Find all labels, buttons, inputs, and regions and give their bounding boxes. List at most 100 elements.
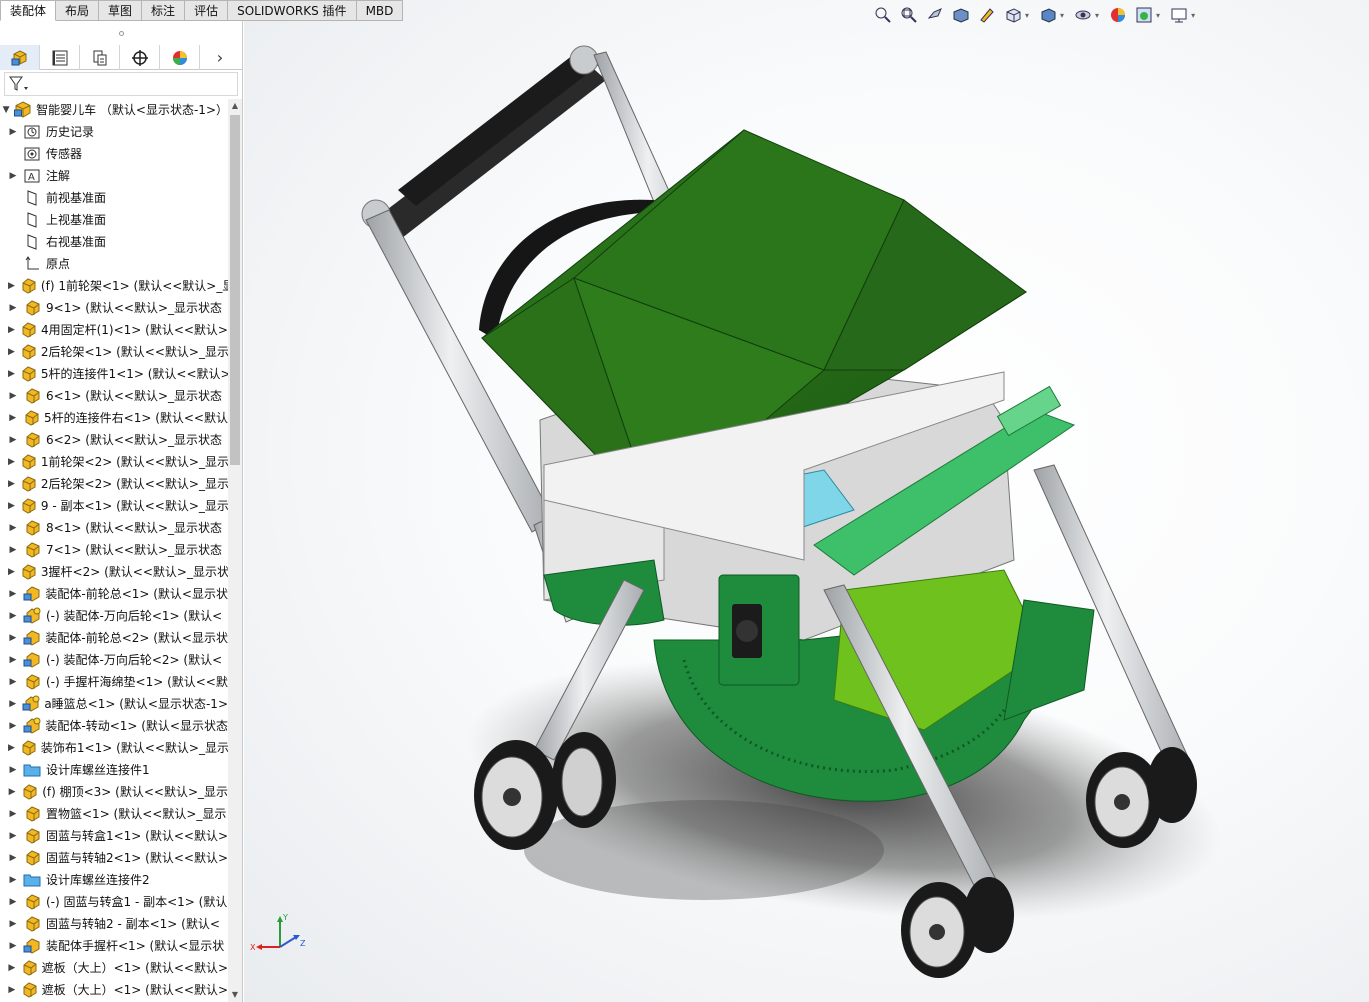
filter-icon[interactable] — [8, 75, 30, 93]
tree-item[interactable]: ▶ a睡篮总<1> (默认<显示状态-1> — [0, 693, 228, 715]
tree-item[interactable]: ▶ 6<1> (默认<<默认>_显示状态 — [0, 385, 228, 407]
tree-item[interactable]: ▶ 设计库螺丝连接件1 — [0, 759, 228, 781]
caret-right-icon[interactable]: ▶ — [8, 649, 18, 671]
tab-0[interactable]: 装配体 — [0, 0, 57, 21]
caret-right-icon[interactable]: ▶ — [8, 121, 18, 143]
caret-down-icon[interactable]: ▼ — [2, 99, 10, 121]
caret-right-icon[interactable]: ▶ — [8, 693, 17, 715]
caret-right-icon[interactable]: ▶ — [8, 451, 15, 473]
caret-right-icon[interactable]: ▶ — [8, 979, 16, 1001]
dimxpert-icon[interactable] — [120, 45, 160, 70]
tree-item[interactable]: ▶ 固蓝与转轴2 - 副本<1> (默认< — [0, 913, 228, 935]
caret-right-icon[interactable]: ▶ — [8, 913, 18, 935]
tree-item[interactable]: ▶ 9 - 副本<1> (默认<<默认>_显示 — [0, 495, 228, 517]
tree-item[interactable]: ▶ (f) 棚顶<3> (默认<<默认>_显示 — [0, 781, 228, 803]
caret-right-icon[interactable]: ▶ — [8, 957, 16, 979]
tab-6[interactable]: MBD — [356, 0, 404, 21]
caret-right-icon[interactable]: ▶ — [8, 759, 18, 781]
tree-item[interactable]: ▶右视基准面 — [0, 231, 228, 253]
caret-right-icon[interactable]: ▶ — [8, 561, 15, 583]
tree-item[interactable]: ▶ 6<2> (默认<<默认>_显示状态 — [0, 429, 228, 451]
propertymanager-icon[interactable] — [40, 45, 80, 70]
stroller-model[interactable] — [244, 0, 1369, 1002]
tree-item[interactable]: ▶ 8<1> (默认<<默认>_显示状态 — [0, 517, 228, 539]
caret-right-icon[interactable]: ▶ — [8, 407, 17, 429]
caret-right-icon[interactable]: ▶ — [8, 847, 18, 869]
tree-item[interactable]: ▶原点 — [0, 253, 228, 275]
tree-item[interactable]: ▶ (f) 1前轮架<1> (默认<<默认>_显 — [0, 275, 228, 297]
tree-item[interactable]: ▶ 历史记录 — [0, 121, 228, 143]
caret-right-icon[interactable]: ▶ — [8, 803, 18, 825]
caret-right-icon[interactable]: ▶ — [8, 385, 18, 407]
caret-right-icon[interactable]: ▶ — [8, 297, 18, 319]
tree-item[interactable]: ▶ 装配体-前轮总<1> (默认<显示状 — [0, 583, 228, 605]
tree-item[interactable]: ▶ 设计库螺丝连接件2 — [0, 869, 228, 891]
graphics-area[interactable]: ▾ ▾ ▾ ▾ ▾ X Y Z — [244, 0, 1369, 1002]
tree-item[interactable]: ▶ (-) 装配体-万向后轮<1> (默认< — [0, 605, 228, 627]
caret-right-icon[interactable]: ▶ — [8, 737, 15, 759]
tree-item[interactable]: ▶ A 注解 — [0, 165, 228, 187]
caret-right-icon[interactable]: ▶ — [8, 869, 18, 891]
caret-right-icon[interactable]: ▶ — [8, 319, 15, 341]
tree-item[interactable]: ▶ (-) 装配体-万向后轮<2> (默认< — [0, 649, 228, 671]
caret-right-icon[interactable]: ▶ — [8, 671, 18, 693]
tree-scrollbar[interactable]: ▲ ▼ — [228, 99, 242, 1002]
tree-item[interactable]: ▶ 装配体-转动<1> (默认<显示状态 — [0, 715, 228, 737]
part-icon — [19, 497, 37, 515]
tree-item[interactable]: ▶ 装饰布1<1> (默认<<默认>_显示 — [0, 737, 228, 759]
configurationmanager-icon[interactable] — [80, 45, 120, 70]
tree-item[interactable]: ▶ 装配体手握杆<1> (默认<显示状 — [0, 935, 228, 957]
tab-3[interactable]: 标注 — [142, 0, 186, 21]
tree-item[interactable]: ▶ 置物篮<1> (默认<<默认>_显示 — [0, 803, 228, 825]
tree-item[interactable]: ▶ 5杆的连接件右<1> (默认<<默认 — [0, 407, 228, 429]
tree-root[interactable]: ▼ 智能婴儿车 （默认<显示状态-1>） — [0, 99, 228, 121]
tree-item[interactable]: ▶ 2后轮架<1> (默认<<默认>_显示 — [0, 341, 228, 363]
caret-right-icon[interactable]: ▶ — [8, 935, 18, 957]
tree-item[interactable]: ▶ 固蓝与转轴2<1> (默认<<默认> — [0, 847, 228, 869]
tree-item[interactable]: ▶ 5杆的连接件1<1> (默认<<默认> — [0, 363, 228, 385]
caret-right-icon[interactable]: ▶ — [8, 341, 15, 363]
tree-item[interactable]: ▶ 4用固定杆(1)<1> (默认<<默认> — [0, 319, 228, 341]
caret-right-icon[interactable]: ▶ — [8, 583, 18, 605]
tree-item[interactable]: ▶ 2后轮架<2> (默认<<默认>_显示 — [0, 473, 228, 495]
tree-item[interactable]: ▶ 固蓝与转盒1<1> (默认<<默认> — [0, 825, 228, 847]
displaymanager-icon[interactable] — [160, 45, 200, 70]
tree-item[interactable]: ▶ 装配体-前轮总<2> (默认<显示状 — [0, 627, 228, 649]
tab-4[interactable]: 评估 — [185, 0, 229, 21]
scroll-up-icon[interactable]: ▲ — [228, 99, 242, 113]
caret-right-icon[interactable]: ▶ — [8, 165, 18, 187]
caret-right-icon[interactable]: ▶ — [8, 275, 15, 297]
caret-right-icon[interactable]: ▶ — [8, 715, 18, 737]
tree-item[interactable]: ▶ 3握杆<2> (默认<<默认>_显示状 — [0, 561, 228, 583]
caret-right-icon[interactable]: ▶ — [8, 605, 18, 627]
panel-grip[interactable] — [0, 21, 242, 45]
caret-right-icon[interactable]: ▶ — [8, 891, 18, 913]
caret-right-icon[interactable]: ▶ — [8, 363, 15, 385]
tree-item[interactable]: ▶ 遮板（大上）<1> (默认<<默认> — [0, 957, 228, 979]
tree-item[interactable]: ▶ 遮板（大上）<1> (默认<<默认> — [0, 979, 228, 1001]
tab-2[interactable]: 草图 — [99, 0, 143, 21]
caret-right-icon[interactable]: ▶ — [8, 517, 18, 539]
tab-5[interactable]: SOLIDWORKS 插件 — [228, 0, 357, 21]
tree-item[interactable]: ▶传感器 — [0, 143, 228, 165]
caret-right-icon[interactable]: ▶ — [8, 495, 15, 517]
tree-item[interactable]: ▶前视基准面 — [0, 187, 228, 209]
tree-item[interactable]: ▶上视基准面 — [0, 209, 228, 231]
caret-right-icon[interactable]: ▶ — [8, 429, 18, 451]
caret-right-icon[interactable]: ▶ — [8, 825, 18, 847]
caret-right-icon[interactable]: ▶ — [8, 473, 15, 495]
tab-1[interactable]: 布局 — [56, 0, 100, 21]
tree-item[interactable]: ▶ 9<1> (默认<<默认>_显示状态 — [0, 297, 228, 319]
tree-filter[interactable] — [4, 72, 238, 96]
tree-item[interactable]: ▶ 1前轮架<2> (默认<<默认>_显示 — [0, 451, 228, 473]
chevron-right-icon[interactable]: › — [200, 45, 240, 70]
scroll-down-icon[interactable]: ▼ — [228, 988, 242, 1002]
tree-item[interactable]: ▶ (-) 手握杆海绵垫<1> (默认<<默 — [0, 671, 228, 693]
caret-right-icon[interactable]: ▶ — [8, 539, 18, 561]
featuremanager-icon[interactable] — [0, 45, 40, 70]
caret-right-icon[interactable]: ▶ — [8, 781, 16, 803]
caret-right-icon[interactable]: ▶ — [8, 627, 18, 649]
tree-item[interactable]: ▶ (-) 固蓝与转盒1 - 副本<1> (默认 — [0, 891, 228, 913]
tree-item[interactable]: ▶ 7<1> (默认<<默认>_显示状态 — [0, 539, 228, 561]
scroll-thumb[interactable] — [230, 115, 240, 465]
